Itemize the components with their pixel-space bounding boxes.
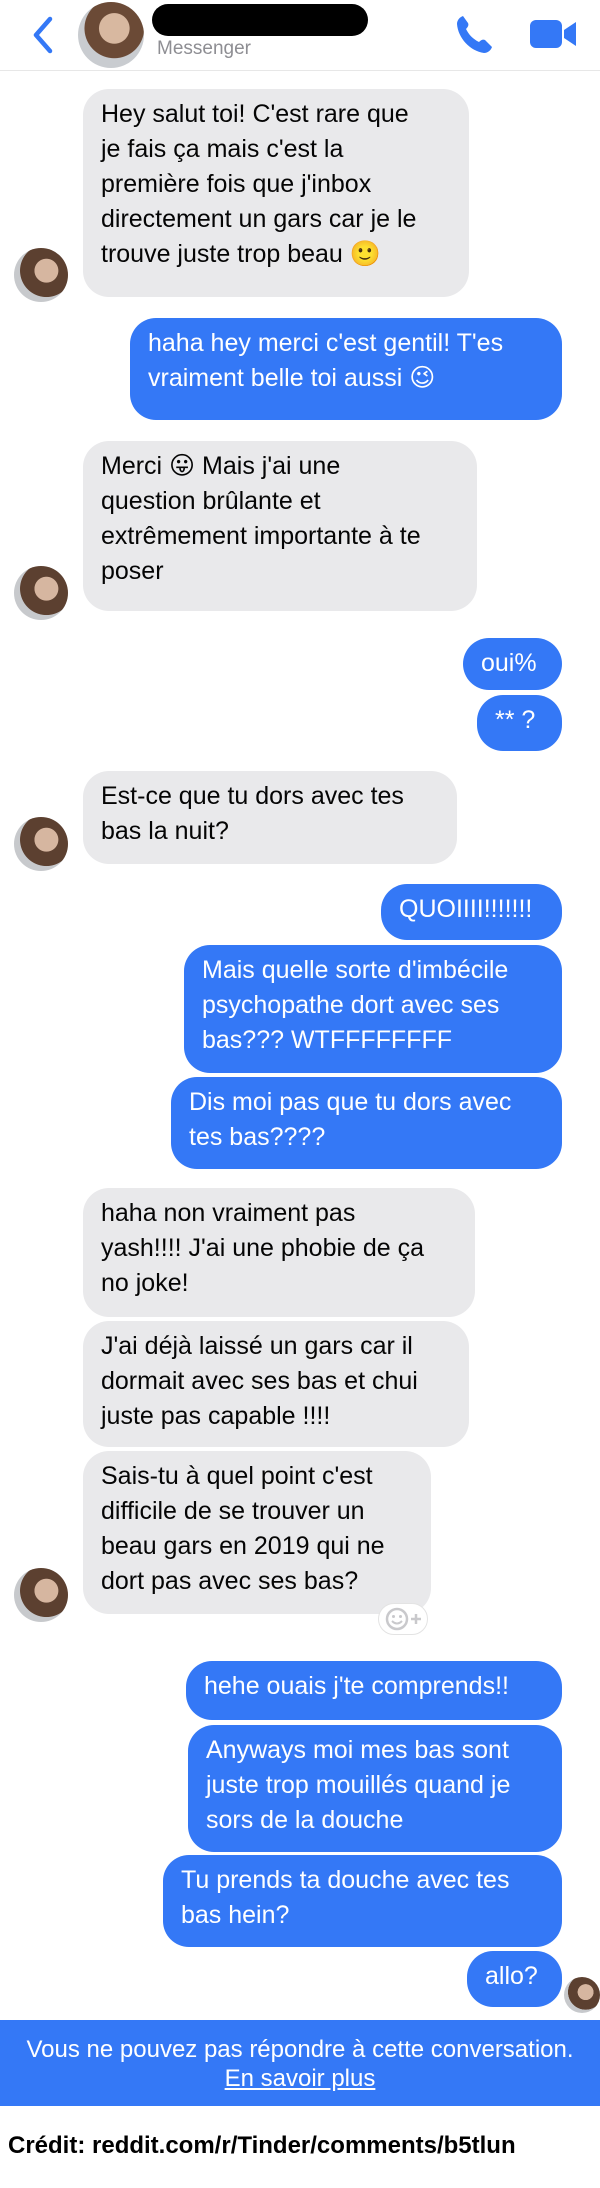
message-bubble-outgoing[interactable]: Mais quelle sorte d'imbécile psychopathe…	[184, 945, 562, 1073]
chevron-left-icon	[33, 16, 53, 54]
message-bubble-outgoing[interactable]: Dis moi pas que tu dors avec tes bas????	[171, 1077, 562, 1169]
add-reaction-button[interactable]	[378, 1603, 428, 1635]
cannot-reply-text: Vous ne pouvez pas répondre à cette conv…	[26, 2036, 574, 2063]
message-bubble-incoming[interactable]: haha non vraiment pas yash!!!! J'ai une …	[83, 1188, 475, 1317]
back-button[interactable]	[28, 15, 58, 55]
message-bubble-incoming[interactable]: Merci 😛 Mais j'ai une question brûlante …	[83, 441, 477, 611]
message-bubble-outgoing[interactable]: ** ?	[477, 695, 562, 751]
contact-avatar[interactable]	[78, 2, 144, 68]
message-bubble-outgoing[interactable]: Tu prends ta douche avec tes bas hein?	[163, 1855, 562, 1947]
message-bubble-outgoing[interactable]: oui%	[463, 638, 562, 690]
header-subtitle: Messenger	[157, 38, 251, 59]
contact-avatar[interactable]	[14, 817, 68, 871]
message-bubble-outgoing[interactable]: haha hey merci c'est gentil! T'es vraime…	[130, 318, 562, 420]
message-bubble-incoming[interactable]: Est-ce que tu dors avec tes bas la nuit?	[83, 771, 457, 864]
learn-more-link[interactable]: En savoir plus	[0, 2065, 600, 2093]
message-bubble-outgoing[interactable]: Anyways moi mes bas sont juste trop moui…	[188, 1725, 562, 1852]
message-bubble-outgoing[interactable]: QUOIIII!!!!!!!	[381, 884, 562, 940]
add-reaction-icon	[385, 1607, 421, 1631]
message-bubble-outgoing[interactable]: allo?	[467, 1951, 562, 2007]
read-receipt-avatar	[564, 1977, 600, 2013]
contact-avatar[interactable]	[14, 1568, 68, 1622]
contact-avatar[interactable]	[14, 566, 68, 620]
phone-icon	[457, 16, 492, 53]
video-call-button[interactable]	[528, 16, 578, 52]
chat-header: Messenger	[0, 0, 600, 71]
redacted-contact-name	[152, 4, 368, 36]
cannot-reply-banner: Vous ne pouvez pas répondre à cette conv…	[0, 2020, 600, 2106]
message-bubble-incoming[interactable]: J'ai déjà laissé un gars car il dormait …	[83, 1321, 469, 1447]
call-button[interactable]	[454, 12, 496, 56]
credit-text: Crédit: reddit.com/r/Tinder/comments/b5t…	[8, 2132, 516, 2159]
contact-avatar[interactable]	[14, 248, 68, 302]
video-camera-icon	[530, 20, 576, 48]
message-bubble-incoming[interactable]: Hey salut toi! C'est rare que je fais ça…	[83, 89, 469, 297]
message-bubble-outgoing[interactable]: hehe ouais j'te comprends!!	[186, 1661, 562, 1720]
credit-caption: Crédit: reddit.com/r/Tinder/comments/b5t…	[0, 2106, 600, 2188]
message-bubble-incoming[interactable]: Sais-tu à quel point c'est difficile de …	[83, 1451, 431, 1614]
